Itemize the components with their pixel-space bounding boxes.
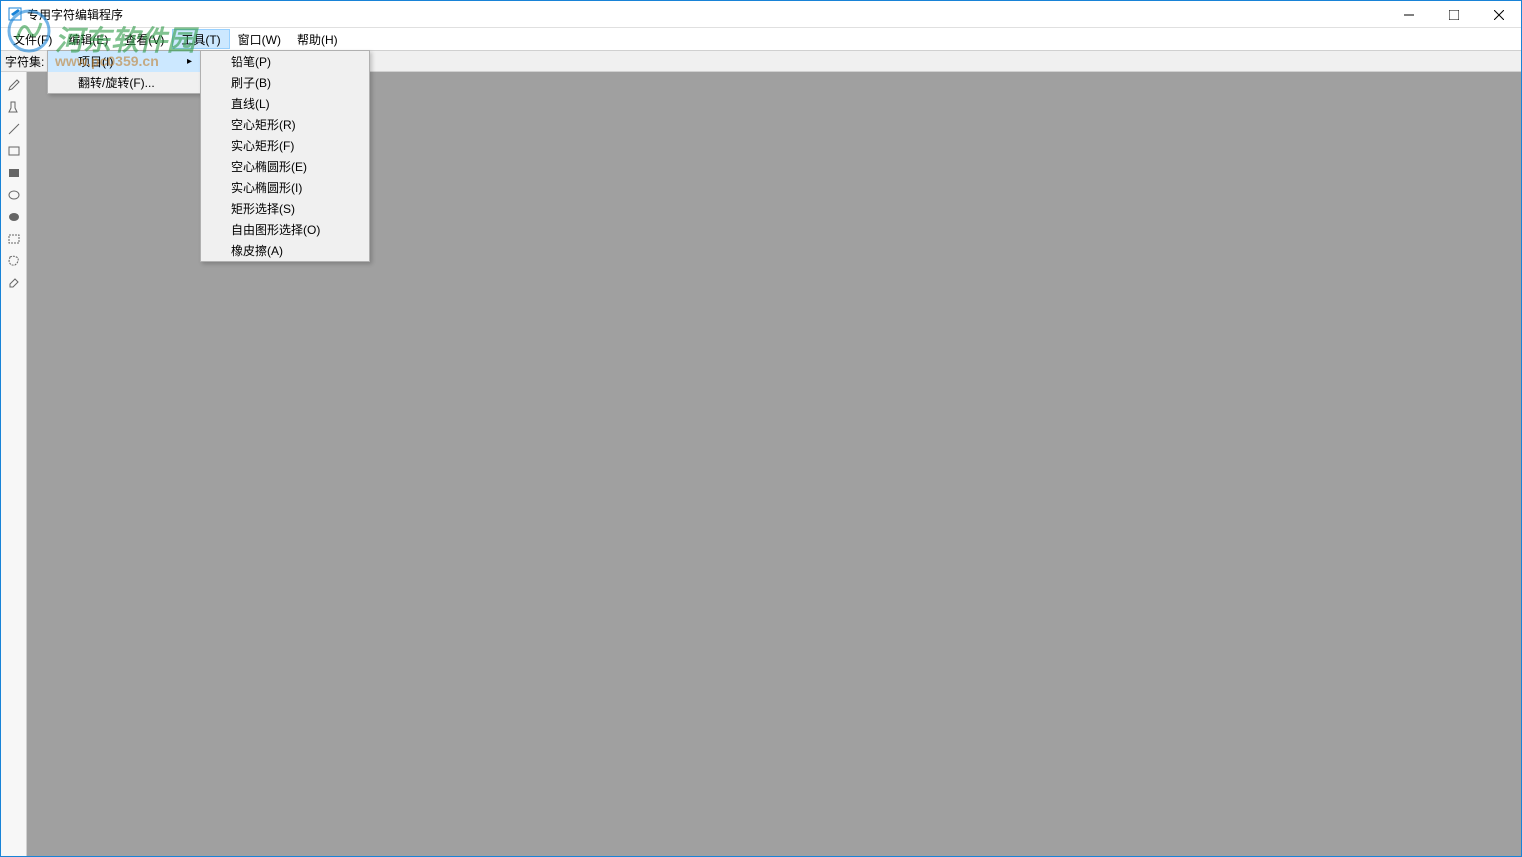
menu-view[interactable]: 查看(V) (116, 29, 172, 49)
submenu-brush[interactable]: 刷子(B) (201, 72, 369, 93)
app-icon (7, 6, 23, 22)
solid-ellipse-tool-icon[interactable] (4, 208, 24, 226)
close-button[interactable] (1476, 1, 1521, 28)
pencil-tool-icon[interactable] (4, 76, 24, 94)
minimize-button[interactable] (1386, 1, 1431, 28)
charset-label: 字符集: (5, 53, 44, 70)
submenu-solid-ellipse[interactable]: 实心椭圆形(I) (201, 177, 369, 198)
menu-window[interactable]: 窗口(W) (230, 29, 289, 49)
submenu-eraser[interactable]: 橡皮擦(A) (201, 240, 369, 261)
window-controls (1386, 1, 1521, 28)
titlebar: 专用字符编辑程序 (1, 1, 1521, 28)
window-title: 专用字符编辑程序 (27, 6, 123, 23)
menubar: 文件(F) 编辑(E) 查看(V) 工具(T) 窗口(W) 帮助(H) (1, 28, 1521, 50)
submenu-pencil[interactable]: 铅笔(P) (201, 51, 369, 72)
line-tool-icon[interactable] (4, 120, 24, 138)
freeform-select-tool-icon[interactable] (4, 252, 24, 270)
submenu-hollow-ellipse[interactable]: 空心椭圆形(E) (201, 156, 369, 177)
tools-dropdown: 项目(I) 翻转/旋转(F)... (47, 50, 201, 94)
menu-tools[interactable]: 工具(T) (172, 29, 229, 49)
rect-select-tool-icon[interactable] (4, 230, 24, 248)
tools-item-submenu-panel: 铅笔(P) 刷子(B) 直线(L) 空心矩形(R) 实心矩形(F) 空心椭圆形(… (200, 50, 370, 262)
submenu-line[interactable]: 直线(L) (201, 93, 369, 114)
tools-flip-rotate[interactable]: 翻转/旋转(F)... (48, 72, 200, 93)
menu-edit[interactable]: 编辑(E) (60, 29, 116, 49)
tools-item-submenu[interactable]: 项目(I) (48, 51, 200, 72)
hollow-ellipse-tool-icon[interactable] (4, 186, 24, 204)
submenu-hollow-rect[interactable]: 空心矩形(R) (201, 114, 369, 135)
brush-tool-icon[interactable] (4, 98, 24, 116)
submenu-freeform-select[interactable]: 自由图形选择(O) (201, 219, 369, 240)
submenu-solid-rect[interactable]: 实心矩形(F) (201, 135, 369, 156)
eraser-tool-icon[interactable] (4, 274, 24, 292)
left-toolbar (1, 72, 27, 856)
menu-file[interactable]: 文件(F) (5, 29, 60, 49)
menu-help[interactable]: 帮助(H) (289, 29, 346, 49)
submenu-rect-select[interactable]: 矩形选择(S) (201, 198, 369, 219)
solid-rect-tool-icon[interactable] (4, 164, 24, 182)
maximize-button[interactable] (1431, 1, 1476, 28)
hollow-rect-tool-icon[interactable] (4, 142, 24, 160)
